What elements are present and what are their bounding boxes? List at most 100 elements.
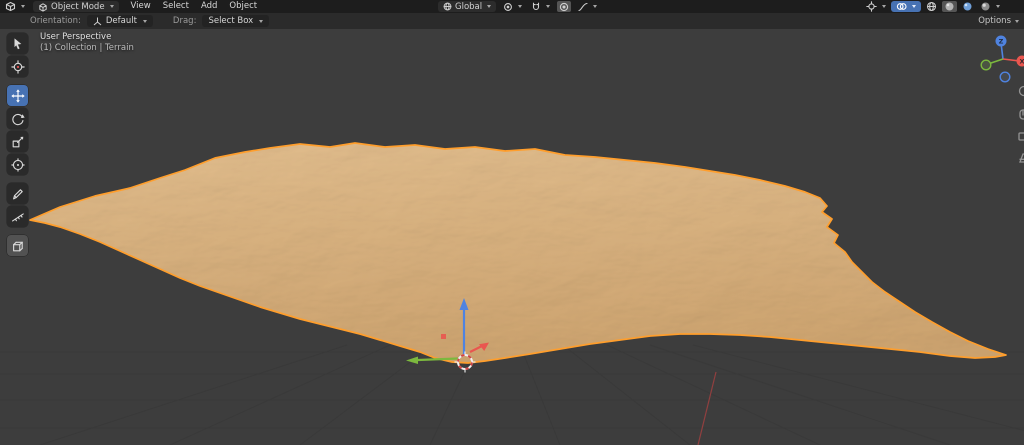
drag-select[interactable]: Select Box xyxy=(202,15,269,27)
chevron-down-icon xyxy=(996,5,1000,8)
shading-solid-icon xyxy=(944,1,955,12)
transform-orientation-select[interactable]: Global xyxy=(438,1,496,12)
orientation-select-value: Default xyxy=(106,16,137,26)
orientation-value: Global xyxy=(455,2,482,12)
pivot-icon xyxy=(503,2,513,12)
scale-box-icon xyxy=(11,135,25,149)
viewport-header: Object Mode View Select Add Object Globa… xyxy=(0,0,1024,13)
globe-icon xyxy=(443,2,452,11)
shading-rendered-button[interactable] xyxy=(978,1,1002,12)
chevron-down-icon xyxy=(487,5,491,8)
chevron-down-icon xyxy=(110,5,114,8)
tool-shelf xyxy=(7,33,28,256)
rotate-arc-icon xyxy=(11,112,25,126)
menu-view[interactable]: View xyxy=(125,0,157,13)
perspective-toggle-icon[interactable] xyxy=(1017,150,1024,166)
gizmo-axis-z-negative[interactable] xyxy=(1000,72,1010,82)
pivot-point-select[interactable] xyxy=(501,1,524,12)
move-gizmo-plane-handle[interactable] xyxy=(441,334,446,339)
orientation-label: Orientation: xyxy=(30,16,81,26)
camera-view-icon[interactable] xyxy=(1017,128,1024,144)
tool-measure[interactable] xyxy=(7,206,28,227)
chevron-down-icon xyxy=(259,20,263,23)
menu-select[interactable]: Select xyxy=(157,0,195,13)
shading-material-button[interactable] xyxy=(960,1,975,12)
zoom-icon[interactable] xyxy=(1017,84,1024,100)
header-left-group: Object Mode View Select Add Object xyxy=(0,0,263,13)
blender-window: Object Mode View Select Add Object Globa… xyxy=(0,0,1024,445)
header-center-group: Global xyxy=(438,0,599,13)
show-overlays-button[interactable] xyxy=(891,1,921,12)
chevron-down-icon xyxy=(882,5,886,8)
shading-solid-button[interactable] xyxy=(942,1,957,12)
chevron-down-icon xyxy=(518,5,522,8)
tool-settings-bar: Orientation: Default Drag: Select Box Op… xyxy=(0,13,1024,29)
gizmo-axis-x-label: X xyxy=(1019,57,1024,65)
terrain-sand-texture xyxy=(30,143,1006,363)
proportional-falloff-select[interactable] xyxy=(576,1,599,12)
scene-canvas[interactable] xyxy=(0,29,1024,445)
chevron-down-icon xyxy=(21,5,25,8)
3d-cursor-icon xyxy=(11,60,25,74)
mode-select-label: Object Mode xyxy=(51,2,105,12)
move-gizmo-y-arrowhead[interactable] xyxy=(406,357,418,365)
navigation-gizmo[interactable]: Z X xyxy=(980,32,1024,84)
drag-select-value: Select Box xyxy=(208,16,253,26)
overlays-icon xyxy=(896,1,907,12)
move-arrows-icon xyxy=(11,89,25,103)
editor-type-button[interactable] xyxy=(3,1,27,12)
viewport-overlay-text: User Perspective (1) Collection | Terrai… xyxy=(40,32,134,54)
move-gizmo-y-axis[interactable] xyxy=(418,359,458,361)
show-gizmo-button[interactable] xyxy=(864,1,888,12)
shading-material-icon xyxy=(962,1,973,12)
chevron-down-icon xyxy=(593,5,597,8)
mode-select[interactable]: Object Mode xyxy=(33,1,119,12)
tool-transform[interactable] xyxy=(7,154,28,175)
gizmo-toggle-icon xyxy=(866,1,877,12)
drag-label: Drag: xyxy=(173,16,197,26)
axis-gizmo-icon xyxy=(93,17,102,26)
viewport-3d[interactable]: User Perspective (1) Collection | Terrai… xyxy=(0,29,1024,445)
snap-button[interactable] xyxy=(529,1,552,12)
gizmo-axis-y-negative[interactable] xyxy=(981,60,991,70)
tool-rotate[interactable] xyxy=(7,108,28,129)
options-label: Options xyxy=(978,16,1011,26)
shading-rendered-icon xyxy=(980,1,991,12)
add-cube-icon xyxy=(11,239,25,253)
chevron-down-icon xyxy=(143,20,147,23)
proportional-editing-button[interactable] xyxy=(557,1,571,12)
shading-wireframe-icon xyxy=(926,1,937,12)
tool-cursor[interactable] xyxy=(7,56,28,77)
menu-add[interactable]: Add xyxy=(195,0,223,13)
view-perspective-label: User Perspective xyxy=(40,32,134,43)
header-right-group xyxy=(864,1,1024,12)
proportional-icon xyxy=(559,2,569,12)
ruler-icon xyxy=(11,210,25,224)
tool-select-box[interactable] xyxy=(7,33,28,54)
floor-grid xyxy=(0,345,1024,445)
falloff-icon xyxy=(578,2,588,12)
magnet-icon xyxy=(531,2,541,12)
tool-annotate[interactable] xyxy=(7,183,28,204)
axis-x-line xyxy=(698,372,716,445)
tool-scale[interactable] xyxy=(7,131,28,152)
menu-bar: View Select Add Object xyxy=(125,0,264,13)
breadcrumb: (1) Collection | Terrain xyxy=(40,43,134,54)
shading-wireframe-button[interactable] xyxy=(924,1,939,12)
pencil-icon xyxy=(11,187,25,201)
mode-cube-icon xyxy=(38,2,48,12)
transform-gizmo-icon xyxy=(11,158,25,172)
tool-add-cube[interactable] xyxy=(7,235,28,256)
editor-type-icon xyxy=(5,1,16,12)
tool-move[interactable] xyxy=(7,85,28,106)
terrain-object[interactable] xyxy=(30,143,1006,363)
chevron-down-icon xyxy=(1015,20,1019,23)
move-view-icon[interactable] xyxy=(1017,106,1024,122)
orientation-select[interactable]: Default xyxy=(87,15,153,27)
options-button[interactable]: Options xyxy=(978,16,1024,26)
cursor-arrow-icon xyxy=(11,37,25,51)
chevron-down-icon xyxy=(912,5,916,8)
view-controls xyxy=(1017,84,1024,166)
menu-object[interactable]: Object xyxy=(223,0,263,13)
chevron-down-icon xyxy=(546,5,550,8)
